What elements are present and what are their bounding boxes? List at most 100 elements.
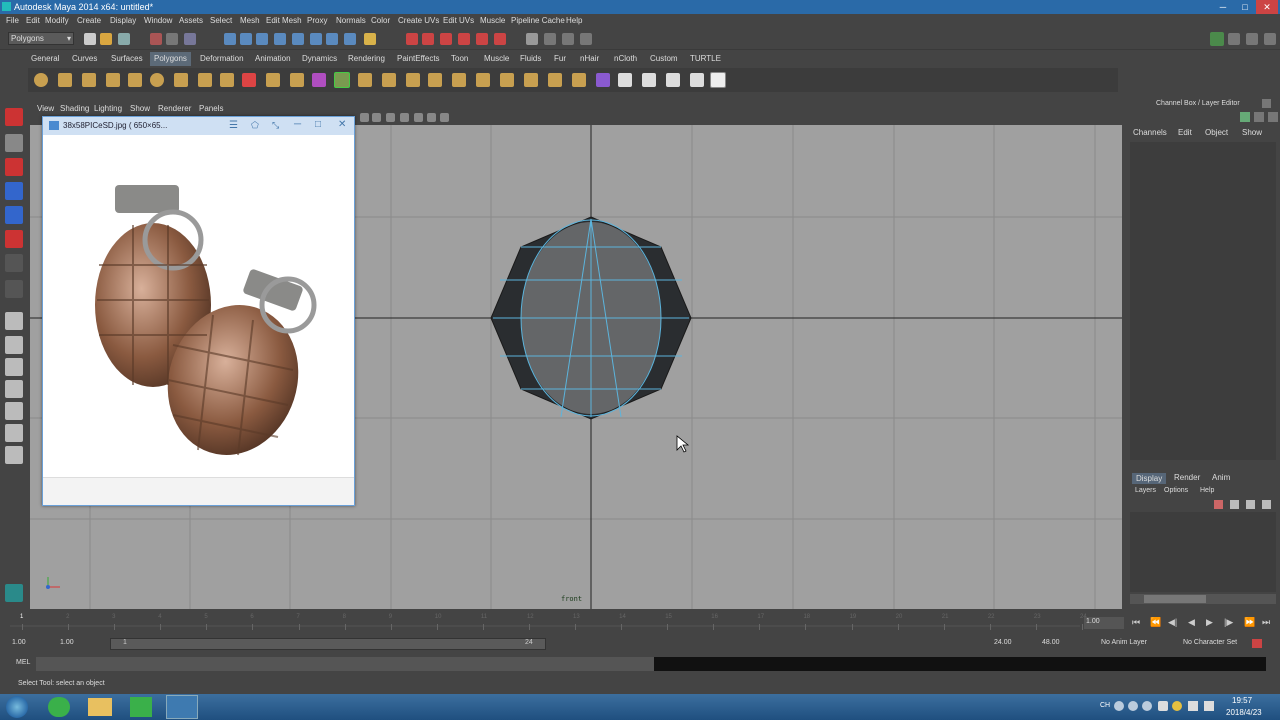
poly-prism-icon[interactable] bbox=[174, 73, 188, 87]
shelf-tab-general[interactable]: General bbox=[31, 54, 59, 63]
boolean-intersection-icon[interactable] bbox=[406, 73, 420, 87]
boolean-difference-icon[interactable] bbox=[382, 73, 396, 87]
panel-menu-renderer[interactable]: Renderer bbox=[158, 104, 191, 113]
menu-proxy[interactable]: Proxy bbox=[307, 16, 327, 25]
attribute-editor-toggle-icon[interactable] bbox=[544, 33, 556, 45]
viewport-icon-e[interactable] bbox=[414, 113, 423, 122]
rotate-tool-icon[interactable] bbox=[5, 206, 23, 224]
viewer-minimize-icon[interactable]: ─ bbox=[294, 119, 301, 130]
layer-scrollbar-thumb[interactable] bbox=[1144, 595, 1206, 603]
poly-sphere-icon[interactable] bbox=[34, 73, 48, 87]
new-scene-icon[interactable] bbox=[84, 33, 96, 45]
viewer-close-icon[interactable]: ✕ bbox=[338, 119, 346, 130]
poly-cylinder-icon[interactable] bbox=[82, 73, 96, 87]
shelf-tab-fluids[interactable]: Fluids bbox=[520, 54, 541, 63]
step-back-frame-icon[interactable]: ◀| bbox=[1168, 617, 1177, 628]
close-icon[interactable]: ✕ bbox=[1256, 0, 1278, 14]
step-forward-key-icon[interactable]: ⏩ bbox=[1244, 617, 1255, 628]
render-globals-icon[interactable] bbox=[476, 33, 488, 45]
combine-icon[interactable] bbox=[242, 73, 256, 87]
input-language[interactable]: CH bbox=[1100, 702, 1110, 709]
tray-icon-b[interactable] bbox=[1128, 701, 1138, 711]
shelf-tab-toon[interactable]: Toon bbox=[451, 54, 468, 63]
new-layer-empty-icon[interactable] bbox=[1230, 500, 1239, 509]
bridge-icon[interactable] bbox=[452, 73, 466, 87]
scale-tool-icon[interactable] bbox=[5, 230, 23, 248]
layout-single-perspective-icon[interactable] bbox=[5, 312, 23, 330]
menu-normals[interactable]: Normals bbox=[336, 16, 366, 25]
minimize-icon[interactable]: ─ bbox=[1212, 0, 1234, 14]
menu-window[interactable]: Window bbox=[144, 16, 172, 25]
separate-icon[interactable] bbox=[266, 73, 280, 87]
menu-edit-mesh[interactable]: Edit Mesh bbox=[266, 16, 302, 25]
go-to-start-icon[interactable]: ⏮ bbox=[1132, 617, 1140, 628]
shelf-tab-surfaces[interactable]: Surfaces bbox=[111, 54, 143, 63]
poly-cone-icon[interactable] bbox=[106, 73, 120, 87]
shelf-tab-deformation[interactable]: Deformation bbox=[200, 54, 244, 63]
auto-key-icon[interactable] bbox=[1252, 639, 1262, 648]
tray-icon-a[interactable] bbox=[1114, 701, 1124, 711]
extrude-icon[interactable] bbox=[428, 73, 442, 87]
poly-cube-icon[interactable] bbox=[58, 73, 72, 87]
maximize-icon[interactable]: □ bbox=[1234, 0, 1256, 14]
channel-box-toggle-icon[interactable] bbox=[580, 33, 592, 45]
layout-outliner-icon[interactable] bbox=[1264, 33, 1276, 45]
append-polygon-icon[interactable] bbox=[476, 73, 490, 87]
layout-four-icon[interactable] bbox=[1228, 33, 1240, 45]
sidebar-toggle-icon[interactable] bbox=[526, 33, 538, 45]
layer-tab-display[interactable]: Display bbox=[1132, 473, 1167, 484]
menu-edit[interactable]: Edit bbox=[26, 16, 40, 25]
channel-icon-a[interactable] bbox=[1240, 112, 1250, 122]
shelf-tab-rendering[interactable]: Rendering bbox=[348, 54, 385, 63]
render-settings-icon[interactable] bbox=[422, 33, 434, 45]
layer-options-icon[interactable] bbox=[1262, 500, 1271, 509]
play-backwards-icon[interactable]: ◀ bbox=[1188, 617, 1195, 628]
planar-mapping-icon[interactable] bbox=[618, 73, 632, 87]
panel-menu-lighting[interactable]: Lighting bbox=[94, 104, 122, 113]
viewport-icon-f[interactable] bbox=[427, 113, 436, 122]
step-back-key-icon[interactable]: ⏪ bbox=[1150, 617, 1161, 628]
shelf-tab-turtle[interactable]: TURTLE bbox=[690, 54, 721, 63]
panel-menu-panels[interactable]: Panels bbox=[199, 104, 223, 113]
paint-select-tool-icon[interactable] bbox=[5, 158, 23, 176]
clock-time[interactable]: 19:57 bbox=[1232, 696, 1252, 705]
menu-color[interactable]: Color bbox=[371, 16, 390, 25]
character-set-dropdown[interactable]: No Character Set bbox=[1183, 639, 1237, 646]
menu-edit-uvs[interactable]: Edit UVs bbox=[443, 16, 474, 25]
viewport-icon-g[interactable] bbox=[440, 113, 449, 122]
time-slider[interactable]: 123456789101112131415161718192021222324 … bbox=[0, 612, 1280, 634]
snap-grid-icon[interactable] bbox=[224, 33, 236, 45]
shelf-tab-nhair[interactable]: nHair bbox=[580, 54, 599, 63]
tray-icon-d[interactable] bbox=[1158, 701, 1168, 711]
poly-plane-icon[interactable] bbox=[128, 73, 142, 87]
viewport-icon-b[interactable] bbox=[372, 113, 381, 122]
bevel-icon[interactable] bbox=[572, 73, 586, 87]
shelf-tab-custom[interactable]: Custom bbox=[650, 54, 678, 63]
shelf-tab-polygons[interactable]: Polygons bbox=[150, 52, 191, 66]
go-to-end-icon[interactable]: ⏭ bbox=[1262, 617, 1270, 628]
tray-icon-c[interactable] bbox=[1142, 701, 1152, 711]
viewport-icon-a[interactable] bbox=[360, 113, 369, 122]
current-time-field[interactable]: 1.00 bbox=[1084, 617, 1124, 629]
layer-tab-anim[interactable]: Anim bbox=[1212, 473, 1230, 482]
panel-menu-view[interactable]: View bbox=[37, 104, 54, 113]
viewport-icon-c[interactable] bbox=[386, 113, 395, 122]
layout-persp-outliner-icon[interactable] bbox=[5, 380, 23, 398]
layer-scrollbar[interactable] bbox=[1130, 594, 1276, 604]
render-view-icon[interactable] bbox=[458, 33, 470, 45]
show-manipulator-icon[interactable] bbox=[5, 280, 23, 298]
menu-create-uvs[interactable]: Create UVs bbox=[398, 16, 439, 25]
batch-render-icon[interactable] bbox=[494, 33, 506, 45]
select-object-icon[interactable] bbox=[166, 33, 178, 45]
menu-display[interactable]: Display bbox=[110, 16, 136, 25]
shelf-tab-animation[interactable]: Animation bbox=[255, 54, 291, 63]
layout-persp-graph-editor-icon[interactable] bbox=[5, 402, 23, 420]
viewer-maximize-icon[interactable]: □ bbox=[315, 119, 321, 130]
layout-single-icon[interactable] bbox=[1210, 32, 1224, 46]
open-scene-icon[interactable] bbox=[100, 33, 112, 45]
last-tool-icon[interactable] bbox=[5, 254, 23, 272]
play-forwards-icon[interactable]: ▶ bbox=[1206, 617, 1213, 628]
menu-muscle[interactable]: Muscle bbox=[480, 16, 505, 25]
channel-menu-object[interactable]: Object bbox=[1205, 128, 1228, 137]
snap-live-icon[interactable] bbox=[292, 33, 304, 45]
